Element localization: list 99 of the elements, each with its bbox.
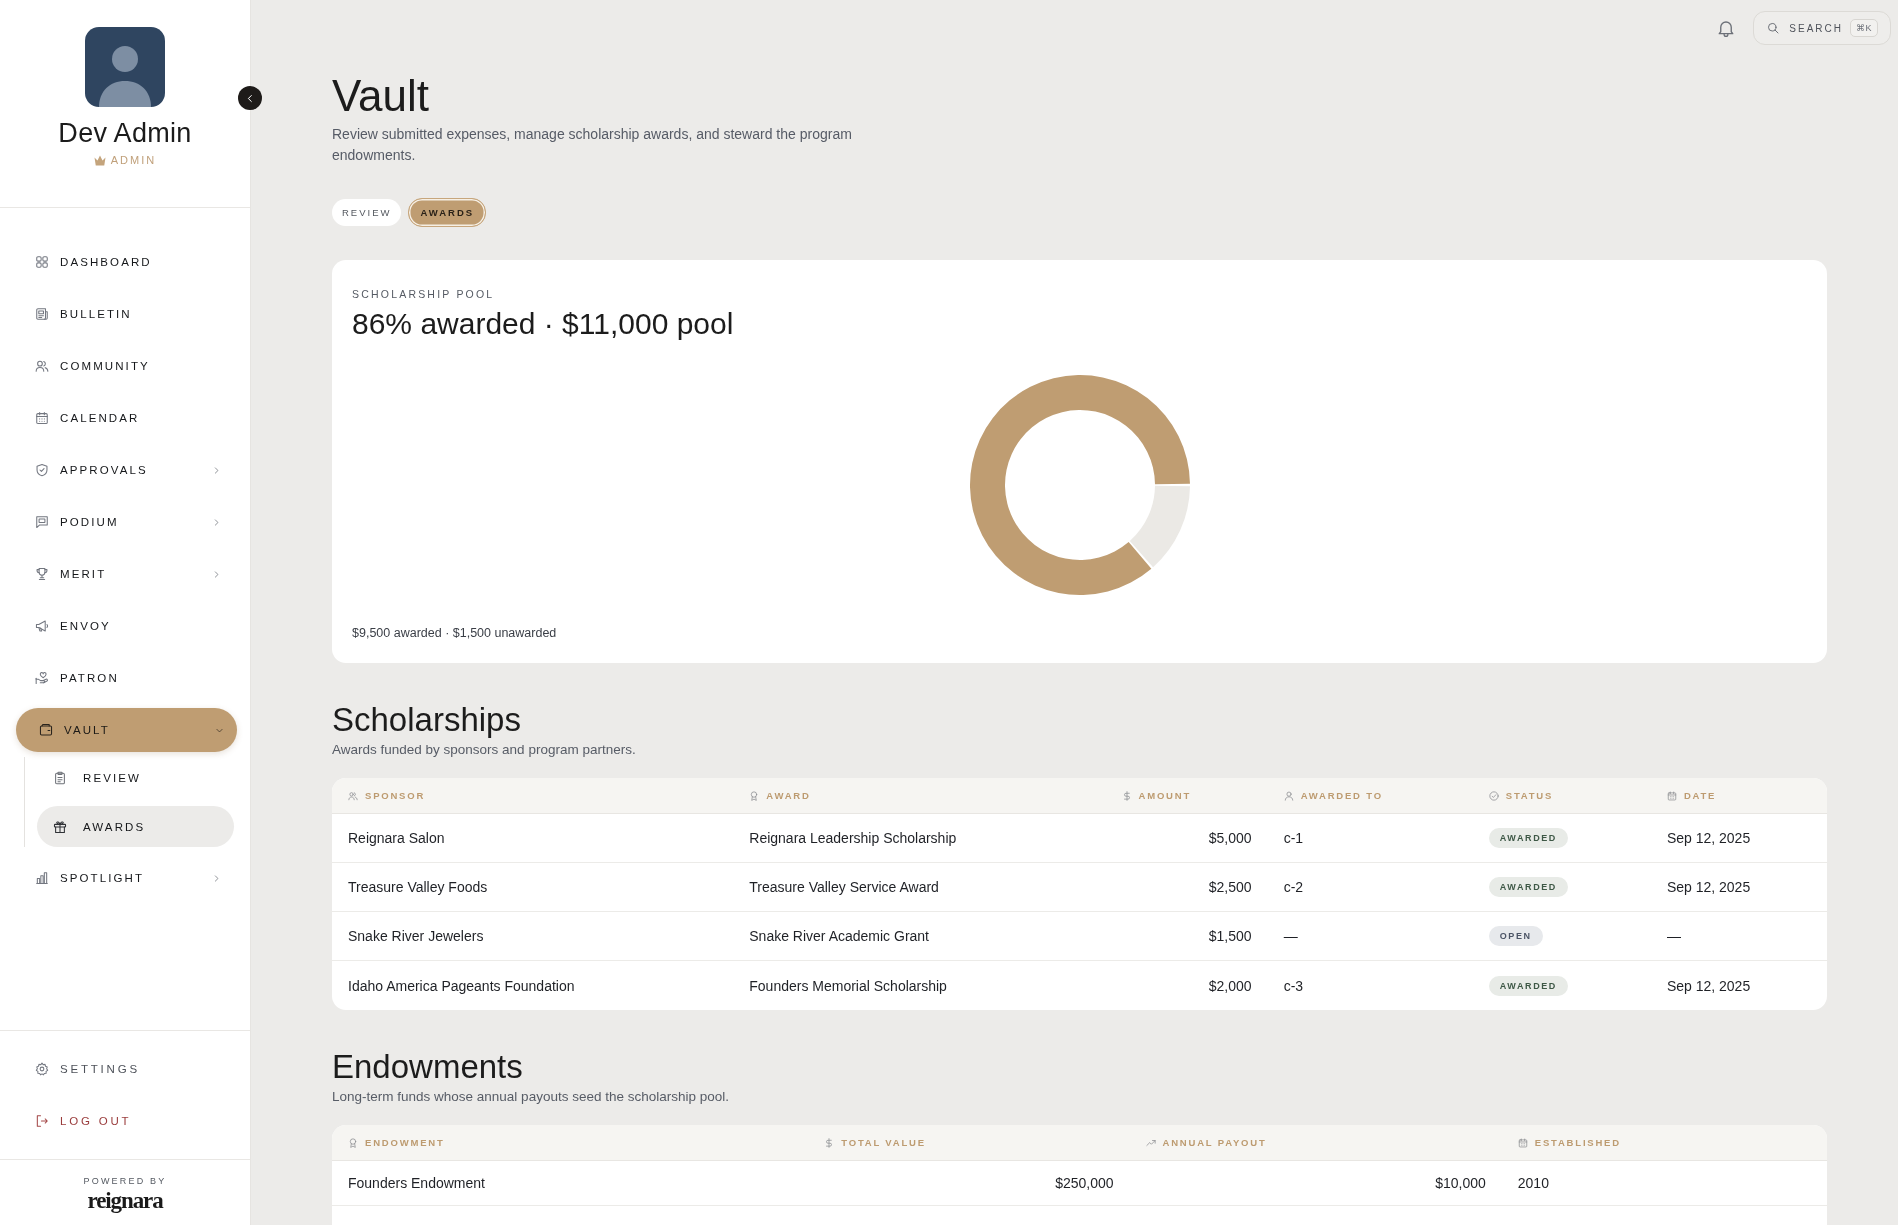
chat-icon: [35, 515, 49, 529]
nav-item[interactable]: CALENDAR: [16, 396, 237, 440]
search-icon: [1767, 22, 1780, 34]
trophy-icon: [35, 567, 49, 581]
brand-logo: reignara: [87, 1187, 163, 1215]
nav-subitem[interactable]: AWARDS: [37, 806, 234, 847]
table-cell-text: 2010: [1516, 1174, 1550, 1193]
column-header: AMOUNT: [1138, 790, 1191, 801]
nav-item[interactable]: MERIT: [16, 552, 237, 596]
page-title: Vault: [332, 72, 431, 120]
calendar-icon: [1517, 1137, 1528, 1148]
megaphone-icon: [35, 619, 49, 633]
nav-item[interactable]: SETTINGS: [16, 1047, 237, 1091]
table-cell-text: Founders Memorial Scholarship: [748, 976, 948, 996]
check-circle-icon: [1488, 790, 1499, 801]
powered-by-label: POWERED BY: [83, 1175, 167, 1187]
table-cell-text: $250,000: [1054, 1174, 1115, 1193]
dollar-icon: [824, 1137, 835, 1148]
column-header: TOTAL VALUE: [841, 1137, 926, 1148]
award-icon: [749, 790, 760, 801]
table-cell-text: c-2: [1282, 878, 1305, 897]
table-cell-text: Idaho America Pageants Foundation: [347, 976, 576, 996]
nav-item[interactable]: DASHBOARD: [16, 240, 237, 284]
profile-name: Dev Admin: [58, 117, 192, 149]
table-cell-text: Treasure Valley Foods: [347, 878, 489, 897]
logout-icon: [35, 1114, 49, 1128]
status-badge: AWARDED: [1488, 975, 1568, 996]
column-header: AWARDED TO: [1300, 790, 1383, 801]
section-title: Endowments: [332, 1049, 524, 1085]
crown-icon: [93, 154, 106, 166]
column-header: ESTABLISHED: [1534, 1137, 1621, 1148]
dollar-icon: [1121, 790, 1132, 801]
status-badge: OPEN: [1488, 926, 1543, 946]
shortcut-key: ⌘K: [1850, 19, 1878, 37]
hand-heart-icon: [35, 671, 49, 685]
column-header: AWARD: [766, 790, 811, 801]
card-headline: 86% awarded · $11,000 pool: [352, 306, 735, 342]
section-title: Scholarships: [332, 702, 522, 738]
nav-item[interactable]: SPOTLIGHT: [16, 856, 237, 900]
table-cell-text: Reignara Salon: [347, 829, 446, 848]
table-cell-text: c-1: [1282, 829, 1305, 848]
table-cell-text: Sep 12, 2025: [1665, 829, 1752, 848]
tab[interactable]: AWARDS: [408, 198, 487, 227]
nav-item[interactable]: VAULT: [16, 708, 237, 752]
bell-icon[interactable]: [1717, 19, 1736, 37]
chevron-left-icon: [246, 93, 254, 103]
table-cell-text: Sep 12, 2025: [1665, 878, 1752, 897]
nav-item[interactable]: COMMUNITY: [16, 344, 237, 388]
clipboard-icon: [53, 770, 67, 785]
table-cell-text: Sep 12, 2025: [1665, 976, 1752, 996]
column-header: ENDOWMENT: [365, 1137, 445, 1148]
column-header: DATE: [1683, 790, 1717, 801]
nav-item[interactable]: ENVOY: [16, 604, 237, 648]
nav-item[interactable]: BULLETIN: [16, 292, 237, 336]
table-cell-text: Treasure Valley Service Award: [748, 878, 940, 897]
column-header: SPONSOR: [365, 790, 426, 801]
settings-icon: [35, 1062, 49, 1076]
nav-item[interactable]: PATRON: [16, 656, 237, 700]
card-caption: $9,500 awarded · $1,500 unawarded: [352, 625, 558, 642]
table-cell-text: Founders Endowment: [347, 1174, 486, 1193]
gift-icon: [53, 819, 67, 834]
table-cell-text: $1,500: [1207, 927, 1253, 946]
nav-subitem[interactable]: REVIEW: [37, 757, 234, 798]
table-cell-text: Snake River Academic Grant: [748, 927, 930, 946]
bar-chart-icon: [35, 871, 49, 885]
table-cell-text: $2,000: [1207, 976, 1253, 996]
users-icon: [348, 790, 358, 801]
table-cell-text: —: [1282, 927, 1299, 946]
trending-up-icon: [1145, 1137, 1156, 1148]
user-icon: [1283, 790, 1294, 801]
section-subtitle: Long-term funds whose annual payouts seed the scholarship pool.: [332, 1088, 730, 1106]
table-cell-text: $5,000: [1207, 829, 1253, 848]
table-cell-text: Snake River Jewelers: [347, 927, 485, 946]
column-header: ANNUAL PAYOUT: [1162, 1137, 1267, 1148]
award-icon: [348, 1137, 358, 1148]
table-cell-text: $10,000: [1434, 1174, 1487, 1193]
table-cell-text: Reignara Leadership Scholarship: [748, 829, 958, 848]
status-badge: AWARDED: [1488, 877, 1568, 897]
users-icon: [35, 359, 49, 373]
calendar-icon: [35, 411, 49, 425]
table-cell-text: $2,500: [1207, 878, 1253, 897]
tab[interactable]: REVIEW: [332, 199, 402, 226]
table-cell-text: c-3: [1282, 976, 1305, 996]
section-subtitle: Awards funded by sponsors and program partners.: [332, 741, 637, 759]
card-eyebrow: SCHOLARSHIP POOL: [352, 287, 496, 301]
grid-icon: [35, 255, 49, 269]
newspaper-icon: [35, 307, 49, 321]
status-badge: AWARDED: [1488, 828, 1568, 848]
column-header: STATUS: [1505, 790, 1554, 801]
search-button[interactable]: SEARCH ⌘K: [1753, 11, 1891, 45]
nav-item[interactable]: APPROVALS: [16, 448, 237, 492]
logout-item[interactable]: LOG OUT: [16, 1099, 237, 1143]
page-description: Review submitted expenses, manage scholarship awards, and steward the program endowments.: [332, 125, 853, 165]
calendar-icon: [1666, 790, 1677, 801]
wallet-icon: [39, 723, 53, 737]
role-label: ADMIN: [110, 153, 157, 167]
nav-item[interactable]: PODIUM: [16, 500, 237, 544]
table-cell-text: —: [1665, 927, 1682, 946]
shield-check-icon: [35, 463, 49, 477]
